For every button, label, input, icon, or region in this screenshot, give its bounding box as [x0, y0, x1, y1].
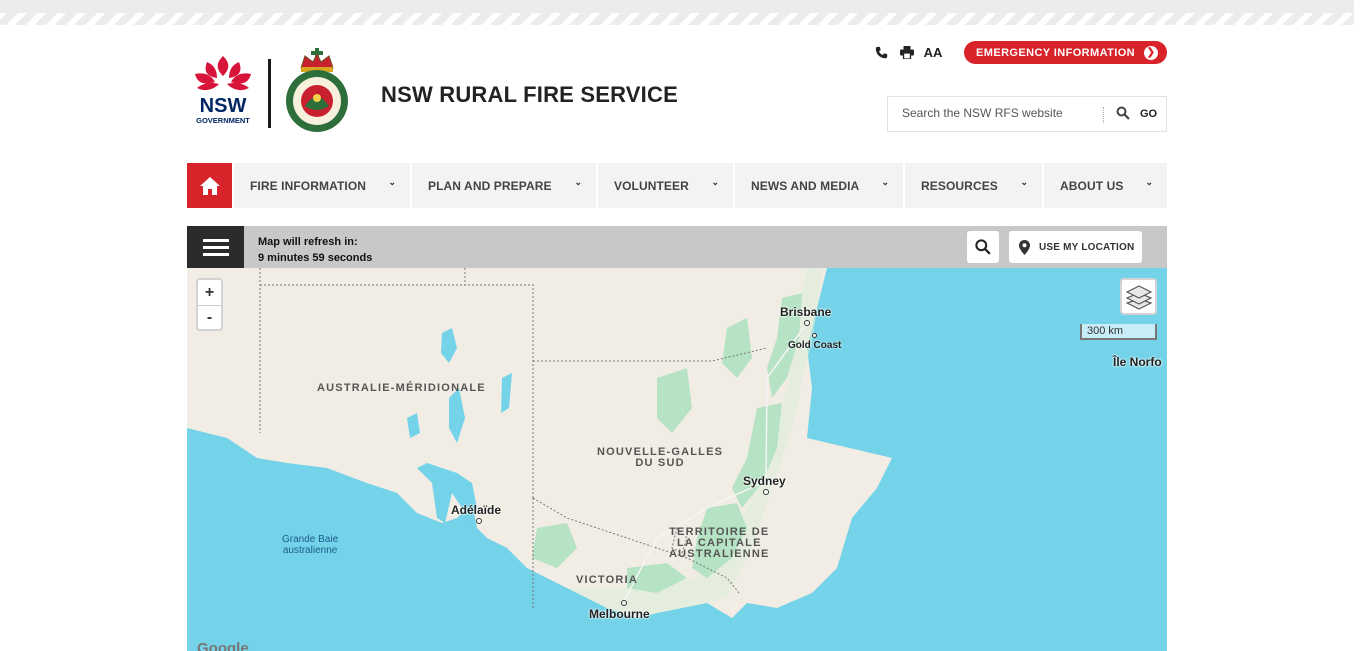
fire-map[interactable]: + - 300 km AUSTRALIE-MÉRIDIONALE NOUVELL… — [187, 268, 1167, 651]
chevron-down-icon: ⌄ — [574, 177, 582, 187]
map-toolbar: Map will refresh in: 9 minutes 59 second… — [187, 226, 1167, 268]
search-icon[interactable] — [1116, 106, 1130, 120]
home-icon — [199, 176, 220, 195]
city-marker — [621, 600, 627, 606]
layers-icon — [1125, 284, 1152, 310]
refresh-countdown: 9 minutes 59 seconds — [258, 252, 373, 264]
logo-divider — [268, 59, 271, 128]
map-scale-bar: 300 km — [1080, 324, 1157, 340]
map-label-act: TERRITOIRE DE LA CAPITALE AUSTRALIENNE — [669, 526, 770, 560]
nsw-government-logo[interactable]: NSW GOVERNMENT — [187, 54, 259, 128]
nav-item-label: ABOUT US — [1060, 178, 1124, 193]
zoom-out-button[interactable]: - — [198, 305, 221, 330]
map-label-sydney: Sydney — [743, 474, 786, 488]
nav-item-news-and-media[interactable]: NEWS AND MEDIA ⌄ — [735, 163, 903, 208]
chevron-down-icon: ⌄ — [881, 177, 889, 187]
hamburger-icon — [202, 238, 229, 242]
city-marker — [812, 333, 817, 338]
print-icon[interactable] — [894, 42, 920, 64]
chevron-down-icon: ⌄ — [1020, 177, 1028, 187]
emergency-information-label: EMERGENCY INFORMATION — [976, 46, 1135, 59]
search-icon — [975, 239, 991, 255]
map-label-south-australia: AUSTRALIE-MÉRIDIONALE — [317, 382, 486, 394]
nav-item-about-us[interactable]: ABOUT US ⌄ — [1044, 163, 1167, 208]
rfs-crest-logo[interactable] — [283, 48, 351, 134]
nsw-logo-subtext: GOVERNMENT — [196, 116, 250, 125]
nav-item-label: NEWS AND MEDIA — [751, 178, 860, 193]
map-label-nsw: NOUVELLE-GALLES DU SUD — [597, 446, 724, 469]
location-pin-icon — [1019, 239, 1030, 255]
nav-item-label: RESOURCES — [921, 178, 998, 193]
chevron-down-icon: ⌄ — [388, 177, 396, 187]
zoom-in-button[interactable]: + — [198, 280, 221, 305]
use-my-location-button[interactable]: USE MY LOCATION — [1009, 231, 1142, 263]
map-label-melbourne: Melbourne — [589, 607, 650, 621]
refresh-label: Map will refresh in: — [258, 236, 358, 248]
nav-item-plan-and-prepare[interactable]: PLAN AND PREPARE ⌄ — [412, 163, 596, 208]
nav-item-volunteer[interactable]: VOLUNTEER ⌄ — [598, 163, 733, 208]
map-label-great-australian-bight: Grande Baie australienne — [282, 534, 339, 556]
map-label-norfolk-island: Île Norfo — [1113, 355, 1162, 369]
emergency-information-button[interactable]: EMERGENCY INFORMATION ❯ — [964, 41, 1167, 64]
top-band — [0, 0, 1354, 13]
site-search: GO — [887, 96, 1167, 132]
nav-item-fire-information[interactable]: FIRE INFORMATION ⌄ — [234, 163, 410, 208]
map-search-button[interactable] — [967, 231, 999, 263]
phone-icon[interactable] — [868, 42, 894, 64]
zoom-control: + - — [196, 278, 223, 331]
map-refresh-timer: Map will refresh in: 9 minutes 59 second… — [258, 234, 372, 266]
home-button[interactable] — [187, 163, 232, 208]
search-divider — [1103, 107, 1104, 123]
nav-item-resources[interactable]: RESOURCES ⌄ — [905, 163, 1042, 208]
map-menu-button[interactable] — [187, 226, 244, 268]
google-attribution[interactable]: Google — [197, 640, 249, 651]
site-header: NSW GOVERNMENT NSW RURAL FIRE SERVICE AA… — [187, 40, 1167, 150]
city-marker — [476, 518, 482, 524]
utility-bar: AA EMERGENCY INFORMATION ❯ — [868, 41, 1167, 64]
chevron-right-icon: ❯ — [1144, 45, 1158, 60]
site-title: NSW RURAL FIRE SERVICE — [381, 82, 678, 107]
nsw-logo-text: NSW — [200, 95, 247, 117]
city-marker — [763, 489, 769, 495]
text-size-icon[interactable]: AA — [920, 42, 946, 64]
use-my-location-label: USE MY LOCATION — [1039, 241, 1135, 253]
nav-item-label: VOLUNTEER — [614, 178, 689, 193]
map-label-victoria: VICTORIA — [576, 574, 638, 586]
map-layers-button[interactable] — [1120, 278, 1157, 315]
nav-item-label: PLAN AND PREPARE — [428, 178, 552, 193]
city-marker — [804, 320, 810, 326]
nav-item-label: FIRE INFORMATION — [250, 178, 367, 193]
main-navigation: FIRE INFORMATION ⌄ PLAN AND PREPARE ⌄ VO… — [187, 163, 1167, 208]
map-label-adelaide: Adélaïde — [451, 503, 502, 517]
chevron-down-icon: ⌄ — [711, 177, 719, 187]
map-label-gold-coast: Gold Coast — [788, 340, 842, 351]
search-go-button[interactable]: GO — [1140, 108, 1157, 120]
site-search-input[interactable] — [902, 106, 1098, 120]
chevron-down-icon: ⌄ — [1145, 177, 1153, 187]
map-label-brisbane: Brisbane — [780, 305, 832, 319]
